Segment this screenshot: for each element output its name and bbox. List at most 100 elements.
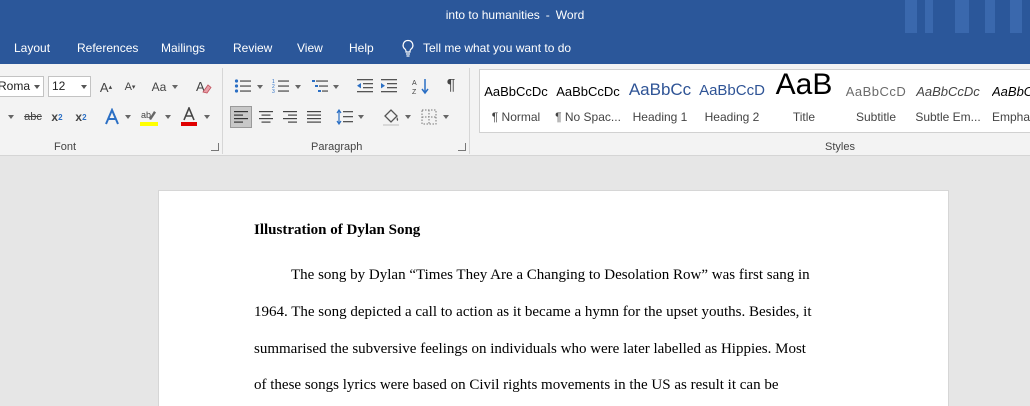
menu-view[interactable]: View bbox=[297, 41, 323, 55]
chevron-down-icon[interactable] bbox=[172, 85, 178, 89]
superscript-button[interactable]: x2 bbox=[72, 107, 90, 127]
style-subtle-emphasis[interactable]: AaBbCcDc Subtle Em... bbox=[912, 70, 984, 132]
align-left-button[interactable] bbox=[230, 106, 252, 128]
font-size-dropdown[interactable]: 12 bbox=[48, 76, 91, 97]
chevron-down-icon[interactable] bbox=[8, 115, 14, 119]
style-sample: AaBbCcD bbox=[845, 84, 907, 99]
highlighter-icon: ab bbox=[140, 110, 158, 126]
svg-text:3: 3 bbox=[272, 89, 275, 94]
style-name: Heading 2 bbox=[704, 110, 760, 124]
shrink-font-button[interactable]: A ▾ bbox=[121, 78, 139, 96]
chevron-down-icon[interactable] bbox=[165, 115, 171, 119]
bullets-button[interactable] bbox=[233, 77, 253, 95]
align-center-button[interactable] bbox=[256, 106, 276, 128]
text-effects-icon bbox=[105, 108, 119, 125]
style-subtitle[interactable]: AaBbCcD Subtitle bbox=[840, 70, 912, 132]
style-sample: AaBbCcD bbox=[699, 82, 765, 99]
menu-references[interactable]: References bbox=[77, 41, 138, 55]
decrease-indent-icon bbox=[357, 79, 373, 93]
align-right-icon bbox=[283, 111, 297, 123]
style-name: Title bbox=[792, 110, 816, 124]
numbering-button[interactable]: 1 2 3 bbox=[271, 77, 291, 95]
ribbon: Roma 12 A ▴ A ▾ Aa A abc x2 x2 ab Font 1… bbox=[0, 64, 1030, 156]
increase-indent-button[interactable] bbox=[379, 77, 399, 95]
eraser-icon: A bbox=[196, 79, 212, 94]
menu-mailings[interactable]: Mailings bbox=[161, 41, 205, 55]
document-line: The song by Dylan “Times They Are a Chan… bbox=[291, 267, 810, 283]
chevron-down-icon[interactable] bbox=[257, 85, 263, 89]
font-color-button[interactable] bbox=[179, 106, 199, 128]
superscript-icon: x bbox=[75, 110, 83, 124]
font-dialog-launcher-icon[interactable] bbox=[211, 143, 219, 151]
group-divider bbox=[222, 68, 223, 154]
shading-button[interactable] bbox=[380, 106, 402, 128]
subscript-digit: 2 bbox=[58, 112, 63, 122]
chevron-down-icon[interactable] bbox=[405, 115, 411, 119]
chevron-down-icon bbox=[34, 85, 40, 89]
style-name: Empha bbox=[992, 110, 1030, 124]
style-sample: AaBbCcDc bbox=[916, 84, 980, 99]
change-case-button[interactable]: Aa bbox=[148, 78, 170, 96]
grow-font-button[interactable]: A ▴ bbox=[97, 78, 115, 96]
bullets-icon bbox=[234, 79, 251, 93]
chevron-down-icon[interactable] bbox=[333, 85, 339, 89]
font-family-dropdown[interactable]: Roma bbox=[0, 76, 44, 97]
pilcrow-icon: ¶ bbox=[446, 77, 456, 94]
show-formatting-button[interactable]: ¶ bbox=[441, 76, 461, 96]
line-spacing-button[interactable] bbox=[335, 106, 355, 128]
paragraph-dialog-launcher-icon[interactable] bbox=[458, 143, 466, 151]
chevron-down-icon[interactable] bbox=[125, 115, 131, 119]
menu-help[interactable]: Help bbox=[349, 41, 374, 55]
font-family-value: Roma bbox=[0, 79, 31, 93]
group-divider bbox=[469, 68, 470, 154]
chevron-down-icon[interactable] bbox=[358, 115, 364, 119]
shrink-arrow-icon: ▾ bbox=[131, 84, 136, 91]
document-line: 1964. The song depicted a call to action… bbox=[254, 304, 812, 320]
multilevel-list-button[interactable] bbox=[310, 77, 330, 95]
tell-me-search[interactable]: Tell me what you want to do bbox=[401, 39, 571, 57]
title-bar: into to humanities - Word bbox=[0, 0, 1030, 33]
style-title[interactable]: AaB Title bbox=[768, 70, 840, 132]
style-heading-2[interactable]: AaBbCcD Heading 2 bbox=[696, 70, 768, 132]
menu-layout[interactable]: Layout bbox=[14, 41, 50, 55]
font-color-icon bbox=[181, 107, 197, 126]
sort-icon: A Z bbox=[412, 79, 429, 95]
sort-button[interactable]: A Z bbox=[411, 76, 431, 96]
style-sample: AaBbCcDc bbox=[992, 84, 1030, 99]
svg-text:Z: Z bbox=[412, 89, 417, 95]
style-sample: AaBbCcDc bbox=[556, 84, 620, 99]
style-name: Heading 1 bbox=[632, 110, 688, 124]
chevron-down-icon[interactable] bbox=[443, 115, 449, 119]
align-right-button[interactable] bbox=[280, 106, 300, 128]
document-line: summarised the subversive feelings on in… bbox=[254, 341, 806, 357]
borders-button[interactable] bbox=[419, 106, 439, 128]
styles-group-label: Styles bbox=[825, 141, 855, 153]
svg-text:A: A bbox=[412, 80, 417, 87]
highlight-color-button[interactable]: ab bbox=[138, 106, 160, 128]
strikethrough-button[interactable]: abc bbox=[23, 107, 43, 127]
multilevel-list-icon bbox=[312, 80, 328, 92]
style-sample: AaBbCcDc bbox=[484, 84, 548, 99]
ribbon-tabs: Layout References Mailings Review View H… bbox=[0, 33, 1030, 64]
style-name: Subtle Em... bbox=[915, 110, 981, 124]
chevron-down-icon[interactable] bbox=[295, 85, 301, 89]
document-page[interactable]: Illustration of Dylan Song The song by D… bbox=[158, 190, 949, 406]
shrink-font-icon: A bbox=[124, 81, 132, 93]
style-heading-1[interactable]: AaBbCc Heading 1 bbox=[624, 70, 696, 132]
style-name: Subtitle bbox=[855, 110, 897, 124]
menu-review[interactable]: Review bbox=[233, 41, 272, 55]
grow-arrow-icon: ▴ bbox=[108, 84, 113, 91]
style-normal[interactable]: AaBbCcDc ¶ Normal bbox=[480, 70, 552, 132]
decrease-indent-button[interactable] bbox=[355, 77, 375, 95]
window-title: into to humanities - Word bbox=[0, 8, 1030, 22]
justify-button[interactable] bbox=[304, 106, 324, 128]
style-emphasis[interactable]: AaBbCcDc Empha bbox=[984, 70, 1030, 132]
chevron-down-icon[interactable] bbox=[204, 115, 210, 119]
document-heading: Illustration of Dylan Song bbox=[254, 222, 421, 238]
text-effects-button[interactable] bbox=[102, 107, 122, 127]
subscript-button[interactable]: x2 bbox=[48, 107, 66, 127]
strikethrough-icon: abc bbox=[24, 111, 42, 123]
style-no-spacing[interactable]: AaBbCcDc ¶ No Spac... bbox=[552, 70, 624, 132]
clear-formatting-button[interactable]: A bbox=[193, 76, 215, 98]
subscript-icon: x bbox=[51, 110, 59, 124]
